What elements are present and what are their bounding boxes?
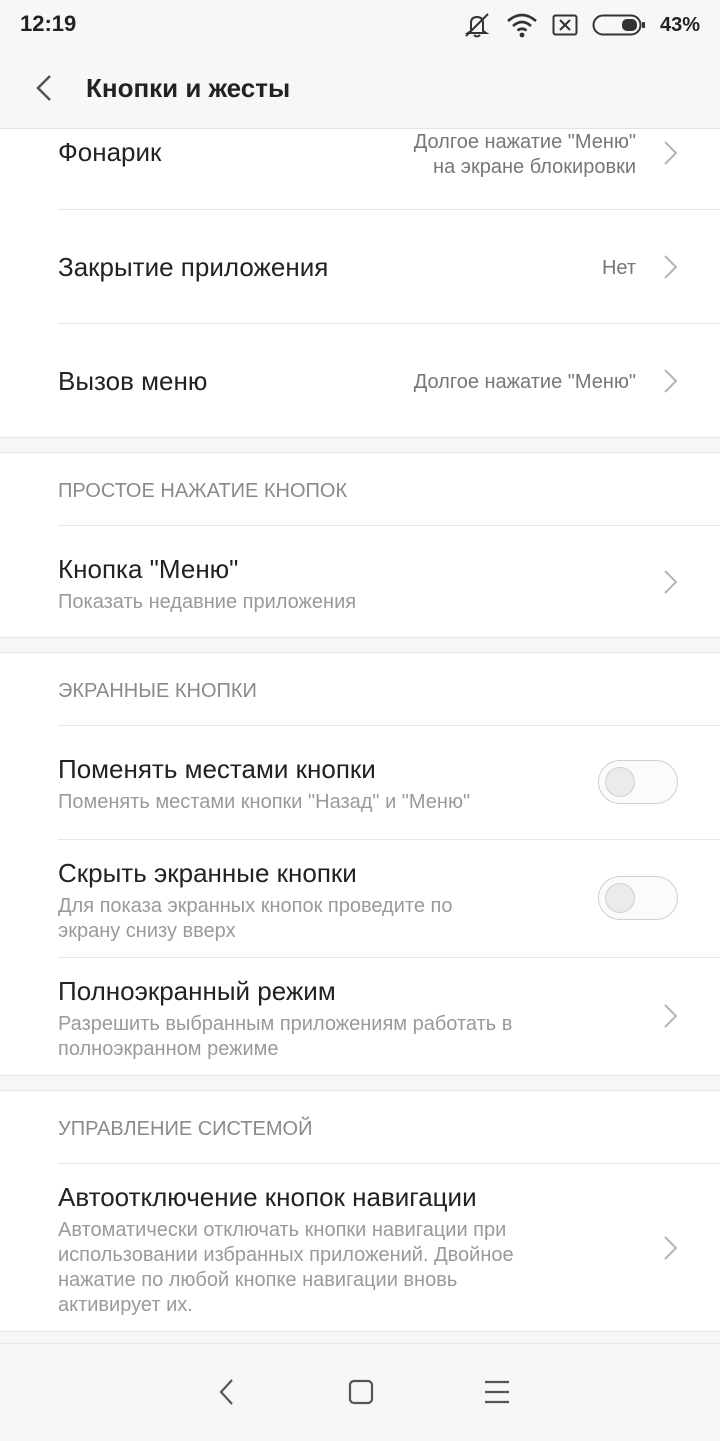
row-call-menu[interactable]: Вызов меню Долгое нажатие "Меню"	[58, 323, 720, 437]
row-value: Долгое нажатие "Меню" на экране блокиров…	[414, 130, 636, 180]
row-value: Нет	[601, 257, 636, 279]
row-value-line: на экране блокировки	[433, 156, 636, 178]
row-subtitle: Показать недавние приложения	[58, 591, 357, 613]
row-flashlight[interactable]: Фонарик Долгое нажатие "Меню" на экране …	[58, 129, 720, 209]
row-title: Кнопка "Меню"	[58, 554, 239, 584]
status-time: 12:19	[20, 11, 77, 36]
row-title: Закрытие приложения	[58, 252, 329, 282]
simple-press-group: ПРОСТОЕ НАЖАТИЕ КНОПОК Кнопка "Меню" Пок…	[0, 452, 720, 638]
row-subtitle: Поменять местами кнопки "Назад" и "Меню"	[58, 791, 471, 813]
chevron-left-icon	[36, 75, 51, 101]
toggle-knob	[605, 767, 635, 797]
section-title: ПРОСТОЕ НАЖАТИЕ КНОПОК	[58, 480, 348, 502]
row-subtitle-line: экрану снизу вверх	[58, 920, 236, 942]
system-control-group: УПРАВЛЕНИЕ СИСТЕМОЙ Автоотключение кнопо…	[0, 1090, 720, 1332]
row-subtitle: Автоматически отключать кнопки навигации…	[58, 1218, 514, 1318]
row-subtitle-line: Разрешить выбранным приложениям работать…	[58, 1013, 513, 1035]
chevron-right-icon	[664, 570, 678, 594]
row-title: Скрыть экранные кнопки	[58, 858, 357, 888]
row-subtitle: Для показа экранных кнопок проведите по …	[58, 894, 452, 944]
gestures-group: Фонарик Долгое нажатие "Меню" на экране …	[0, 129, 720, 438]
row-fullscreen-mode[interactable]: Полноэкранный режим Разрешить выбранным …	[58, 957, 720, 1075]
row-subtitle-line: использовании избранных приложений. Двой…	[58, 1244, 514, 1266]
chevron-right-icon	[664, 255, 678, 279]
section-title: УПРАВЛЕНИЕ СИСТЕМОЙ	[58, 1118, 313, 1140]
nav-home-icon[interactable]	[345, 1376, 377, 1408]
bell-muted-icon	[464, 13, 490, 38]
row-subtitle-line: полноэкранном режиме	[58, 1038, 279, 1060]
row-swap-buttons[interactable]: Поменять местами кнопки Поменять местами…	[58, 725, 720, 839]
row-subtitle-line: нажатие по любой кнопке навигации вновь	[58, 1269, 458, 1291]
row-title: Полноэкранный режим	[58, 976, 336, 1006]
screen-buttons-group: ЭКРАННЫЕ КНОПКИ Поменять местами кнопки …	[0, 652, 720, 1076]
hide-screen-buttons-toggle[interactable]	[598, 876, 678, 920]
row-value: Долгое нажатие "Меню"	[413, 371, 636, 393]
row-subtitle-line: Автоматически отключать кнопки навигации…	[58, 1219, 507, 1241]
page-title: Кнопки и жесты	[86, 73, 291, 103]
row-title: Фонарик	[58, 137, 162, 167]
section-title: ЭКРАННЫЕ КНОПКИ	[58, 680, 257, 702]
status-bar: 12:19 43%	[0, 0, 720, 50]
wifi-icon	[507, 13, 537, 38]
row-auto-disable-nav[interactable]: Автоотключение кнопок навигации Автомати…	[58, 1163, 720, 1331]
chevron-right-icon	[664, 369, 678, 393]
status-icons: 43%	[462, 11, 700, 39]
back-button[interactable]	[26, 68, 66, 108]
row-value-line: Долгое нажатие "Меню"	[413, 131, 636, 153]
row-hide-screen-buttons[interactable]: Скрыть экранные кнопки Для показа экранн…	[58, 839, 720, 957]
chevron-right-icon	[664, 141, 678, 165]
header: Кнопки и жесты	[0, 50, 720, 129]
row-title: Поменять местами кнопки	[58, 754, 376, 784]
nav-back-icon[interactable]	[212, 1376, 244, 1408]
toggle-knob	[605, 883, 635, 913]
chevron-right-icon	[664, 1004, 678, 1028]
row-subtitle-line: Для показа экранных кнопок проведите по	[58, 895, 453, 917]
row-title: Автоотключение кнопок навигации	[58, 1182, 477, 1212]
row-subtitle-line: активирует их.	[58, 1294, 193, 1316]
row-subtitle: Разрешить выбранным приложениям работать…	[58, 1012, 512, 1062]
settings-list[interactable]: Фонарик Долгое нажатие "Меню" на экране …	[0, 129, 720, 1343]
row-title: Вызов меню	[58, 366, 208, 396]
navigation-bar	[0, 1343, 720, 1441]
nav-menu-icon[interactable]	[481, 1376, 513, 1408]
no-sim-icon	[552, 14, 578, 36]
row-close-app[interactable]: Закрытие приложения Нет	[58, 209, 720, 323]
battery-icon	[592, 14, 645, 36]
battery-percent: 43%	[659, 13, 700, 36]
chevron-right-icon	[664, 1236, 678, 1260]
swap-buttons-toggle[interactable]	[598, 760, 678, 804]
row-menu-button[interactable]: Кнопка "Меню" Показать недавние приложен…	[58, 525, 720, 637]
